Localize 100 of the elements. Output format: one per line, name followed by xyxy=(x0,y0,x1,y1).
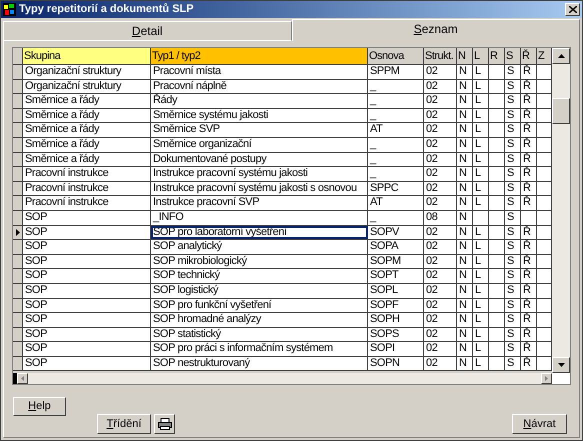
table-cell: SOPA xyxy=(368,240,424,254)
table-cell: SOPV xyxy=(368,226,424,240)
row-selector[interactable] xyxy=(13,138,23,152)
row-selector[interactable] xyxy=(13,65,23,79)
row-selector[interactable] xyxy=(13,269,23,283)
row-selector[interactable] xyxy=(13,342,23,356)
table-cell: N xyxy=(457,240,473,254)
table-cell: L xyxy=(473,108,489,122)
row-selector[interactable] xyxy=(13,108,23,122)
table-cell: N xyxy=(457,210,473,225)
table-cell: L xyxy=(473,240,489,254)
row-selector[interactable] xyxy=(13,167,23,181)
table-cell: N xyxy=(457,80,473,94)
back-button[interactable]: Návrat xyxy=(512,414,567,434)
table-cell: Ř xyxy=(521,138,537,152)
table-cell: Ř xyxy=(521,108,537,122)
table-cell: Směrnice a řády xyxy=(23,152,151,166)
table-cell: S xyxy=(505,226,521,240)
table-cell: SOP mikrobiologický xyxy=(151,254,368,268)
row-selector[interactable] xyxy=(13,80,23,94)
row-selector[interactable] xyxy=(13,226,23,240)
table-cell: Instrukce pracovní systému jakosti s osnovou xyxy=(151,182,368,196)
table-cell: Ř xyxy=(521,123,537,137)
table-cell: Ř xyxy=(521,182,537,196)
table-cell: S xyxy=(505,94,521,108)
column-header[interactable]: Z xyxy=(537,48,552,64)
row-selector[interactable] xyxy=(13,123,23,137)
close-button[interactable] xyxy=(565,3,580,16)
table-cell: Směrnice a řády xyxy=(23,123,151,137)
table-cell: N xyxy=(457,254,473,268)
sort-button[interactable]: Třídění xyxy=(97,414,151,434)
column-header[interactable]: Ř xyxy=(521,48,537,64)
table-cell: Dokumentované postupy xyxy=(151,152,368,166)
table-cell: 02 xyxy=(424,182,457,196)
table-cell: L xyxy=(473,182,489,196)
row-selector[interactable] xyxy=(13,254,23,268)
help-button[interactable]: Help xyxy=(13,397,66,416)
table-cell: L xyxy=(473,167,489,181)
column-header[interactable]: R xyxy=(489,48,505,64)
table-cell: SOP xyxy=(23,226,151,240)
table-cell: 02 xyxy=(424,196,457,210)
row-selector[interactable] xyxy=(13,94,23,108)
column-header[interactable]: N xyxy=(457,48,473,64)
table-cell: N xyxy=(457,342,473,356)
table-cell: S xyxy=(505,196,521,210)
table-cell: L xyxy=(473,94,489,108)
scroll-down-button[interactable] xyxy=(552,357,570,374)
row-selector[interactable] xyxy=(13,328,23,342)
table-cell: L xyxy=(473,328,489,342)
table-cell: S xyxy=(505,65,521,79)
row-selector[interactable] xyxy=(13,240,23,254)
table-cell: L xyxy=(473,284,489,298)
table-cell: N xyxy=(457,108,473,122)
table-cell: Pracovní instrukce xyxy=(23,167,151,181)
scroll-right-button[interactable] xyxy=(541,373,552,384)
table-cell: L xyxy=(473,226,489,240)
table-cell: Ř xyxy=(521,240,537,254)
print-button[interactable] xyxy=(154,414,175,434)
table-cell: Ř xyxy=(521,196,537,210)
table-cell: SOP xyxy=(23,284,151,298)
column-header[interactable]: L xyxy=(473,48,489,64)
row-selector[interactable] xyxy=(13,284,23,298)
table-cell: 02 xyxy=(424,269,457,283)
table-cell: N xyxy=(457,298,473,312)
row-selector[interactable] xyxy=(13,196,23,210)
horizontal-scrollbar[interactable] xyxy=(13,373,570,384)
table-cell: N xyxy=(457,196,473,210)
row-selector[interactable] xyxy=(13,356,23,370)
table-cell: N xyxy=(457,94,473,108)
app-icon xyxy=(3,3,16,16)
table-cell: 08 xyxy=(424,210,457,225)
table-cell: SOP xyxy=(23,342,151,356)
column-header[interactable]: Typ1 / typ2 xyxy=(151,48,368,64)
table-cell: N xyxy=(457,123,473,137)
tab[interactable]: Detail xyxy=(3,21,292,41)
tab[interactable]: Seznam xyxy=(292,19,580,41)
table-cell: Organizační struktury xyxy=(23,80,151,94)
table-cell: 02 xyxy=(424,138,457,152)
row-selector[interactable] xyxy=(13,313,23,327)
column-header[interactable]: Skupina xyxy=(23,48,151,64)
table-cell: S xyxy=(505,182,521,196)
column-header[interactable]: Osnova xyxy=(368,48,424,64)
table-cell: SOP xyxy=(23,328,151,342)
row-selector[interactable] xyxy=(13,298,23,312)
column-header[interactable]: S xyxy=(505,48,521,64)
table-cell: Řády xyxy=(151,94,368,108)
scroll-up-button[interactable] xyxy=(552,48,570,64)
table-cell: SOP hromadné analýzy xyxy=(151,313,368,327)
table-cell: Ř xyxy=(521,269,537,283)
row-selector[interactable] xyxy=(13,210,23,225)
table-cell: SOP pro funkční vyšetření xyxy=(151,298,368,312)
table-cell: SOPM xyxy=(368,254,424,268)
scroll-thumb[interactable] xyxy=(552,98,570,124)
scroll-left-button[interactable] xyxy=(17,373,28,384)
row-selector[interactable] xyxy=(13,182,23,196)
table-cell: Směrnice organizační xyxy=(151,138,368,152)
vertical-scrollbar[interactable] xyxy=(552,48,570,374)
table-cell: S xyxy=(505,138,521,152)
column-header[interactable]: Strukt. xyxy=(424,48,457,64)
row-selector[interactable] xyxy=(13,152,23,166)
